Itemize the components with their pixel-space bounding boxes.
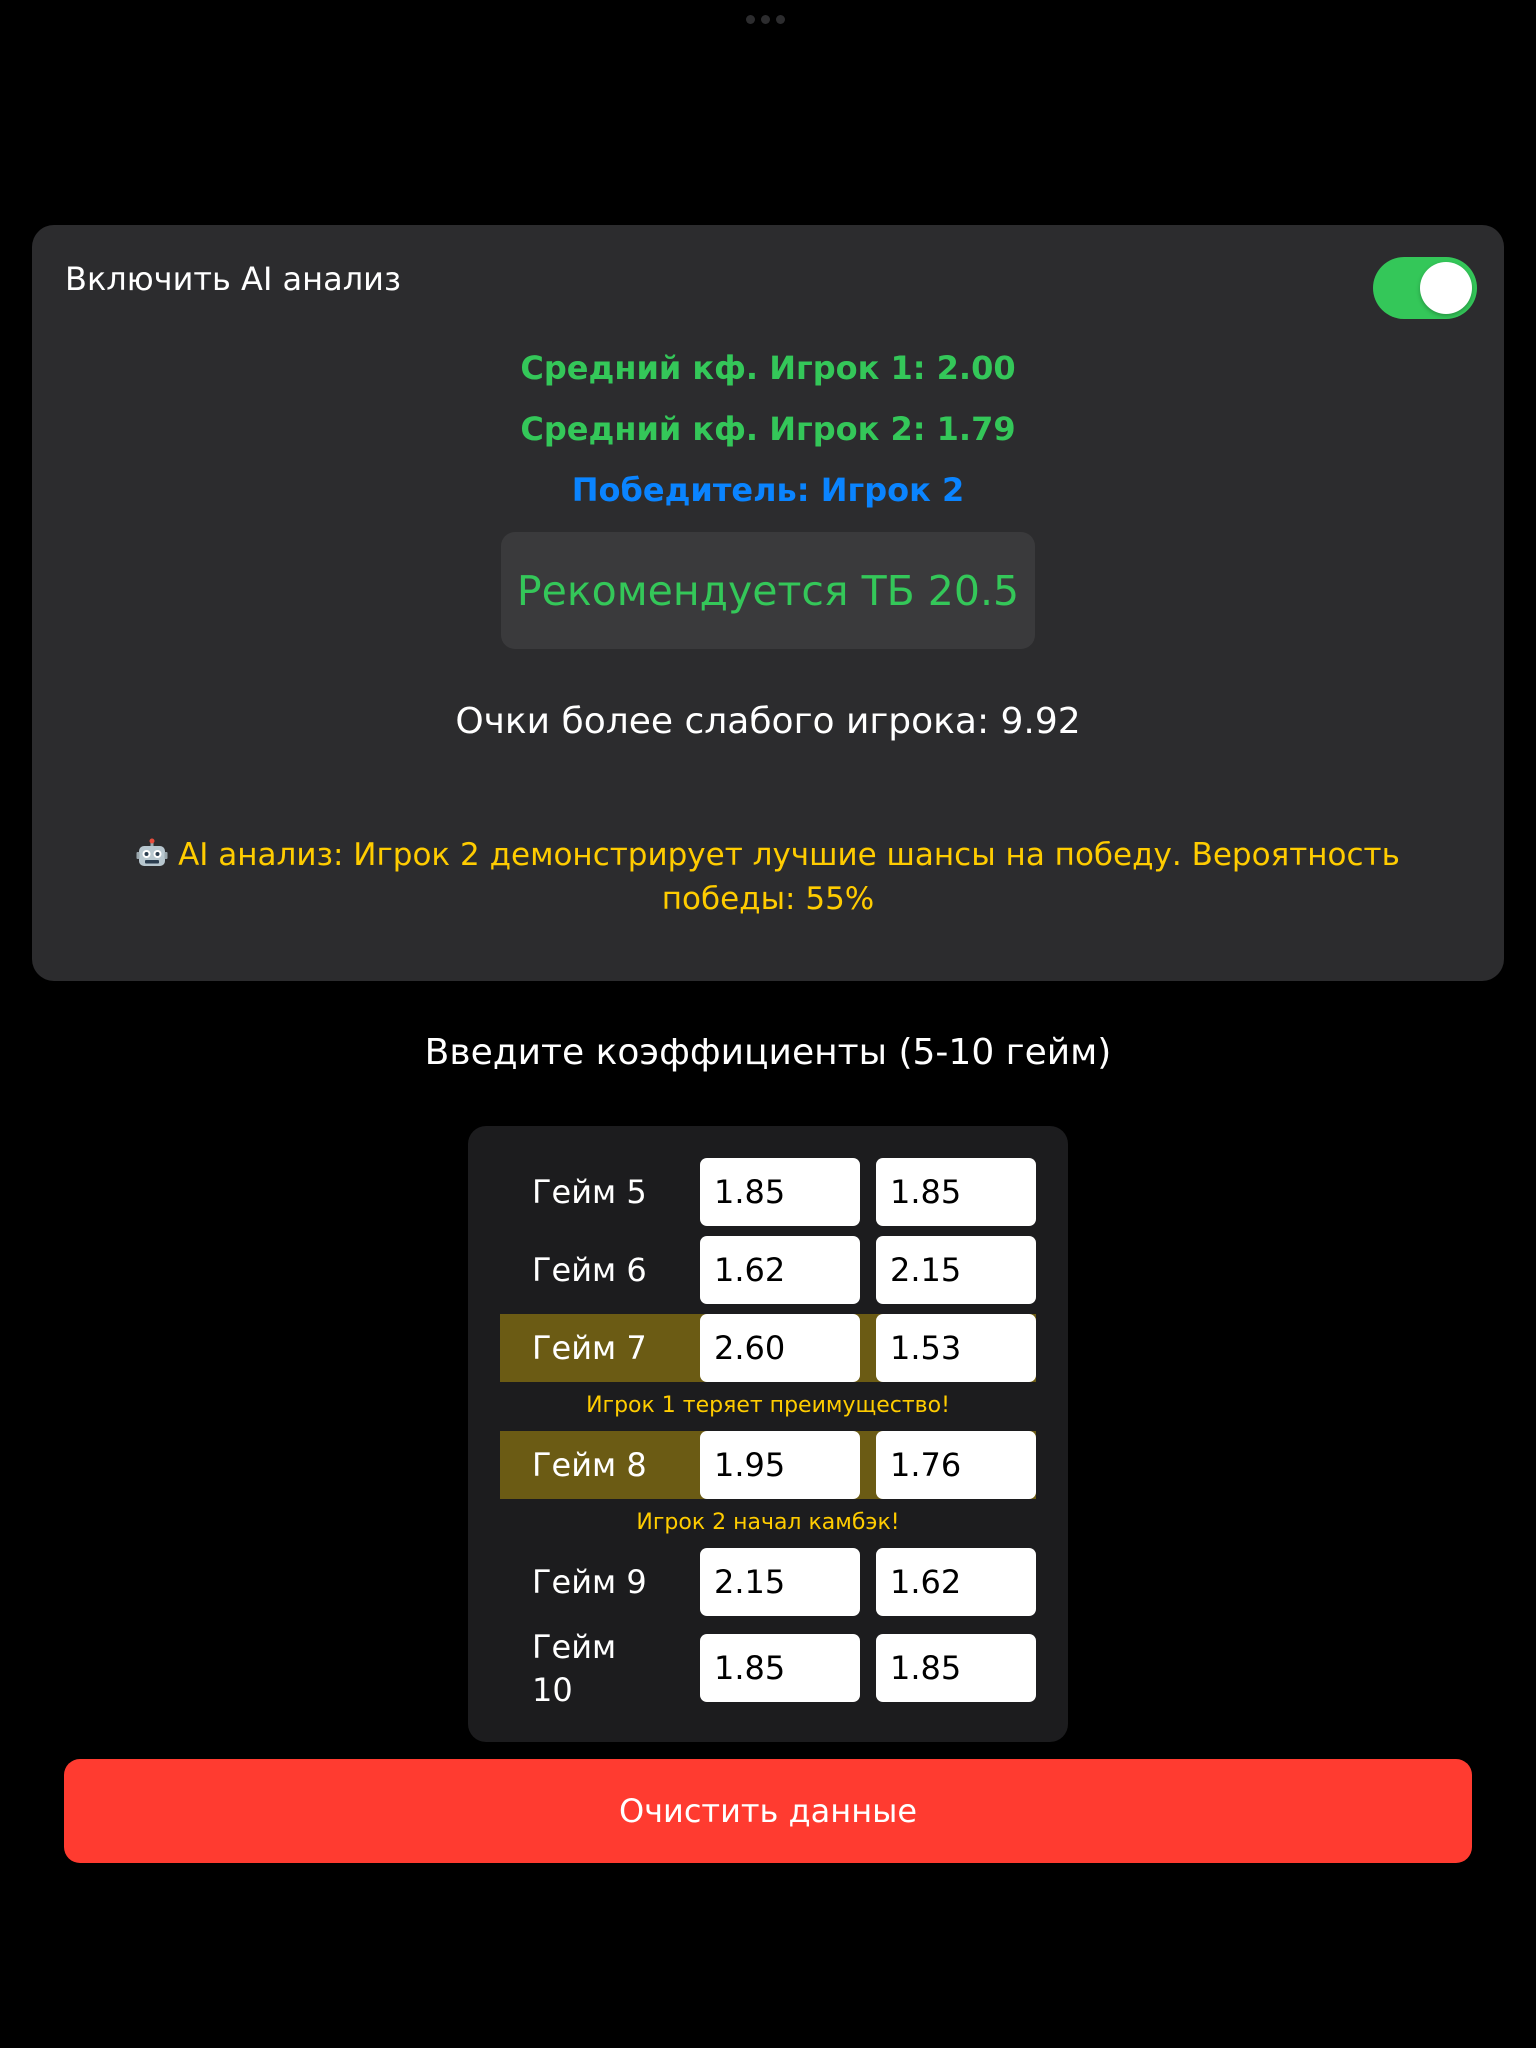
dot: [746, 15, 755, 24]
multitasking-dots[interactable]: [746, 15, 785, 24]
ai-analysis-text: AI анализ: Игрок 2 демонстрирует лучшие …: [132, 833, 1404, 921]
player2-coefficient-input[interactable]: [876, 1548, 1036, 1616]
dot: [776, 15, 785, 24]
ai-toggle-label: Включить AI анализ: [65, 260, 401, 298]
recommendation-box: Рекомендуется ТБ 20.5: [501, 532, 1035, 649]
ai-analysis-message: AI анализ: Игрок 2 демонстрирует лучшие …: [178, 837, 1400, 917]
dot: [761, 15, 770, 24]
avg-player1-odds: Средний кф. Игрок 1: 2.00: [520, 349, 1016, 387]
game-row-10: Гейм 10: [500, 1628, 1036, 1709]
player1-coefficient-input[interactable]: [700, 1236, 860, 1304]
game-label: Гейм 6: [532, 1251, 647, 1289]
player1-coefficient-input[interactable]: [700, 1548, 860, 1616]
game-label: Гейм 10: [532, 1628, 617, 1709]
player1-coefficient-input[interactable]: [700, 1634, 860, 1702]
player2-coefficient-input[interactable]: [876, 1431, 1036, 1499]
player1-coefficient-input[interactable]: [700, 1431, 860, 1499]
avg-player2-odds: Средний кф. Игрок 2: 1.79: [520, 410, 1016, 448]
game-row-6: Гейм 6: [500, 1236, 1036, 1304]
player2-coefficient-input[interactable]: [876, 1314, 1036, 1382]
robot-icon: [136, 838, 168, 866]
analysis-card: Включить AI анализ Средний кф. Игрок 1: …: [32, 225, 1504, 981]
player2-coefficient-input[interactable]: [876, 1634, 1036, 1702]
input-section-title: Введите коэффициенты (5-10 гейм): [424, 1032, 1112, 1073]
weak-player-points: Очки более слабого игрока: 9.92: [455, 701, 1081, 742]
player2-coefficient-input[interactable]: [876, 1158, 1036, 1226]
game-8-warning: Игрок 2 начал камбэк!: [636, 1510, 900, 1535]
clear-data-button[interactable]: Очистить данные: [64, 1759, 1472, 1863]
game-label: Гейм 8: [532, 1446, 647, 1484]
game-row-7: Гейм 7: [500, 1314, 1036, 1382]
winner-text: Победитель: Игрок 2: [571, 471, 965, 509]
player1-coefficient-input[interactable]: [700, 1158, 860, 1226]
game-label: Гейм 5: [532, 1173, 647, 1211]
recommendation-text: Рекомендуется ТБ 20.5: [516, 566, 1020, 615]
player2-coefficient-input[interactable]: [876, 1236, 1036, 1304]
coefficients-panel: Гейм 5 Гейм 6 Гейм 7 Игрок 1 теряет преи…: [468, 1126, 1068, 1742]
toggle-knob: [1420, 262, 1472, 314]
game-7-warning: Игрок 1 теряет преимущество!: [586, 1393, 950, 1418]
game-row-8: Гейм 8: [500, 1431, 1036, 1499]
game-label: Гейм 9: [532, 1563, 647, 1601]
ai-analysis-toggle[interactable]: [1373, 257, 1477, 319]
player1-coefficient-input[interactable]: [700, 1314, 860, 1382]
game-label: Гейм 7: [532, 1329, 647, 1367]
game-row-5: Гейм 5: [500, 1158, 1036, 1226]
game-row-9: Гейм 9: [500, 1548, 1036, 1616]
